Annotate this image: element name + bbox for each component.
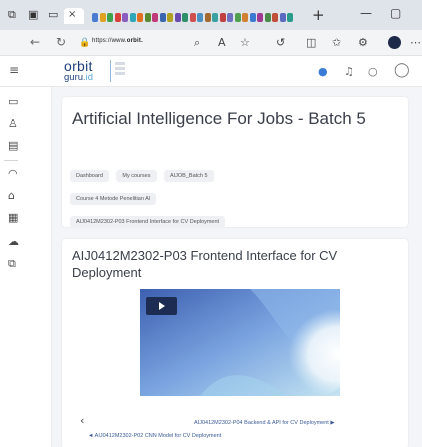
pinned-tab-icon[interactable] xyxy=(129,13,136,22)
previous-activity-link[interactable]: ◄ AIJ0412M2302-P02 CNN Model for CV Depl… xyxy=(88,433,221,439)
menu-icon[interactable]: ≡ xyxy=(9,63,21,77)
pinned-tab-icon[interactable] xyxy=(122,13,128,22)
pinned-tab-icon[interactable] xyxy=(197,13,203,22)
breadcrumb: Dashboard My courses AIJOB_Batch 5 Cours… xyxy=(70,164,370,233)
course-title: Artificial Intelligence For Jobs - Batch… xyxy=(72,109,366,128)
close-tab-icon[interactable]: × xyxy=(68,9,76,20)
course-sidebar: ▭ ♙ ▤ ◠ ⌂ ▦ ☁ ⧉ xyxy=(0,87,52,447)
video-player[interactable] xyxy=(140,289,340,396)
calendar-icon[interactable]: ▦ xyxy=(8,211,18,224)
pinned-tab-icon[interactable] xyxy=(272,13,278,22)
pinned-tab-icon[interactable] xyxy=(99,13,106,22)
pinned-tab-icon[interactable] xyxy=(204,13,211,22)
vertical-tabs-icon[interactable]: ▭ xyxy=(48,9,58,21)
breadcrumb-item-activity[interactable]: AIJ0412M2302-P03 Frontend Interface for … xyxy=(70,216,226,228)
pinned-tab-icon[interactable] xyxy=(107,13,113,22)
pinned-tab-icon[interactable] xyxy=(152,13,158,22)
pinned-tab-icon[interactable] xyxy=(249,13,256,22)
user-avatar-icon[interactable]: ◯ xyxy=(394,62,410,78)
sidebar-divider xyxy=(4,160,18,161)
split-screen-icon[interactable]: ◫ xyxy=(306,36,316,49)
browser-tab-bar: ⧉ ▣ ▭ × + — ▢ xyxy=(0,0,422,30)
pinned-tab-icon[interactable] xyxy=(167,13,173,22)
orbit-guru-logo[interactable]: orbit guru.id xyxy=(60,58,140,84)
pinned-tab-icon[interactable] xyxy=(227,13,233,22)
refresh-icon[interactable]: ↻ xyxy=(56,35,66,49)
bell-icon[interactable]: ♫ xyxy=(344,65,354,78)
pinned-tab-icon[interactable] xyxy=(144,13,151,22)
active-tab[interactable]: × xyxy=(64,8,84,24)
breadcrumb-item-course[interactable]: AIJOB_Batch 5 xyxy=(163,170,214,182)
pinned-tab-icon[interactable] xyxy=(242,13,248,22)
pinned-tab-icon[interactable] xyxy=(287,13,293,22)
collections-icon[interactable]: ⚙ xyxy=(358,36,368,49)
logo-guru-text: guru.id xyxy=(64,72,94,83)
pinned-tab-icon[interactable] xyxy=(189,13,196,22)
activity-title: AIJ0412M2302-P03 Frontend Interface for … xyxy=(72,248,338,280)
read-aloud-icon[interactable]: A xyxy=(218,36,226,49)
workspaces-icon[interactable]: ⧉ xyxy=(8,9,16,21)
folder-icon[interactable]: ▭ xyxy=(8,95,18,108)
breadcrumb-item-my-courses[interactable]: My courses xyxy=(116,170,157,182)
back-icon[interactable]: ← xyxy=(30,35,40,49)
pinned-tab-icon[interactable] xyxy=(137,13,143,22)
competencies-icon[interactable]: ◠ xyxy=(8,167,18,180)
pinned-tab-icon[interactable] xyxy=(212,13,218,22)
files-icon[interactable]: ⧉ xyxy=(8,257,16,271)
activity-card: AIJ0412M2302-P03 Frontend Interface for … xyxy=(62,239,408,447)
breadcrumb-item-section[interactable]: Course 4 Metode Penelitian AI xyxy=(70,193,157,205)
pinned-tab-icon[interactable] xyxy=(159,13,166,22)
logo-tagline xyxy=(115,60,135,82)
breadcrumb-item-dashboard[interactable]: Dashboard xyxy=(70,170,109,182)
messages-icon[interactable]: ○ xyxy=(368,65,378,78)
pinned-tab-icon[interactable] xyxy=(219,13,226,22)
previous-arrow-icon[interactable]: ‹ xyxy=(80,414,84,427)
pinned-tab-icon[interactable] xyxy=(92,13,98,22)
tab-actions-icon[interactable]: ▣ xyxy=(28,9,38,21)
course-header-card: Artificial Intelligence For Jobs - Batch… xyxy=(62,97,408,228)
zoom-icon[interactable]: ⌕ xyxy=(194,36,200,50)
home-icon[interactable]: ⌂ xyxy=(8,189,15,202)
site-header: ≡ orbit guru.id ● ♫ ○ ◯ xyxy=(0,56,422,87)
grades-icon[interactable]: ▤ xyxy=(8,139,18,152)
play-button[interactable] xyxy=(146,297,177,315)
maximize-icon[interactable]: ▢ xyxy=(390,6,401,20)
url-field[interactable]: https://www.orbit. xyxy=(92,38,143,44)
badge-icon[interactable]: ☁ xyxy=(8,235,19,248)
extensions-icon[interactable]: ↺ xyxy=(276,36,285,49)
new-tab-icon[interactable]: + xyxy=(312,6,325,24)
pinned-tab-icon[interactable] xyxy=(182,13,188,22)
address-bar: ← ↻ 🔒 https://www.orbit. ⌕ A ☆ ↺ ◫ ✩ ⚙ ⋯ xyxy=(0,30,422,56)
site-info-icon[interactable]: 🔒 xyxy=(79,38,90,48)
logo-divider xyxy=(110,60,111,82)
favorites-icon[interactable]: ✩ xyxy=(332,36,341,49)
favorite-icon[interactable]: ☆ xyxy=(240,36,250,49)
main-content: Artificial Intelligence For Jobs - Batch… xyxy=(52,87,422,447)
pinned-tab-icon[interactable] xyxy=(257,13,263,22)
next-activity-link[interactable]: AIJ0412M2302-P04 Backend & API for CV De… xyxy=(194,420,335,426)
minimize-icon[interactable]: — xyxy=(360,6,372,20)
pinned-tab-icon[interactable] xyxy=(279,13,286,22)
more-icon[interactable]: ⋯ xyxy=(410,36,421,49)
notification-icon[interactable]: ● xyxy=(318,65,328,78)
participants-icon[interactable]: ♙ xyxy=(8,117,18,130)
pinned-tab-icon[interactable] xyxy=(264,13,271,22)
pinned-tab-icon[interactable] xyxy=(114,13,121,22)
profile-avatar[interactable] xyxy=(388,36,401,49)
pinned-tab-icon[interactable] xyxy=(174,13,181,22)
pinned-tab-icon[interactable] xyxy=(234,13,241,22)
